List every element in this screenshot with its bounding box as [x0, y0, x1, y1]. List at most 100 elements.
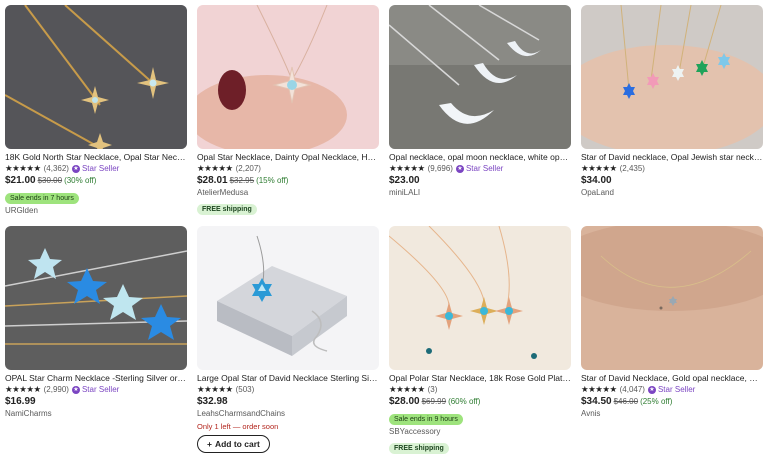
rating: ★★★★★ (503)	[197, 384, 379, 395]
price: $21.00	[5, 175, 36, 186]
discount: (15% off)	[256, 176, 289, 185]
price: $32.98	[197, 396, 228, 407]
shop-name[interactable]: LeahsCharmsandChains	[197, 408, 379, 419]
star-seller: ★ Star Seller	[71, 384, 120, 395]
rating-stars: ★★★★★	[197, 384, 233, 394]
listing-title[interactable]: Large Opal Star of David Necklace Sterli…	[197, 373, 379, 384]
rating: ★★★★★ (9,696) ★ Star Seller	[389, 163, 571, 174]
price-row: $28.00 $69.99 (60% off)	[389, 396, 571, 408]
price-row: $28.01 $32.95 (15% off)	[197, 175, 379, 187]
rating-stars: ★★★★★	[197, 163, 233, 173]
discount: (60% off)	[448, 397, 481, 406]
star-seller-label: Star Seller	[657, 385, 696, 394]
listing-card[interactable]: Star of David necklace, Opal Jewish star…	[581, 5, 763, 198]
listing-card[interactable]: Opal Polar Star Necklace, 18k Rose Gold …	[389, 226, 571, 455]
listing-image[interactable]	[5, 226, 187, 370]
shop-name[interactable]: miniLALI	[389, 187, 571, 198]
review-count: (2,990)	[43, 385, 69, 394]
low-stock-notice: Only 1 left — order soon	[197, 422, 279, 431]
listing-image[interactable]	[581, 5, 763, 149]
shop-name[interactable]: OpaLand	[581, 187, 763, 198]
shop-name[interactable]: Avnis	[581, 408, 763, 419]
rating-stars: ★★★★★	[5, 163, 41, 173]
plus-icon: +	[207, 439, 212, 449]
listing-title[interactable]: Opal Star Necklace, Dainty Opal Necklace…	[197, 152, 379, 163]
price: $16.99	[5, 396, 36, 407]
rating-stars: ★★★★★	[389, 163, 425, 173]
discount: (30% off)	[64, 176, 97, 185]
price: $34.00	[581, 175, 612, 186]
rating: ★★★★★ (4,362) ★ Star Seller	[5, 163, 187, 174]
listing-image[interactable]	[197, 5, 379, 149]
listing-image[interactable]	[389, 5, 571, 149]
add-to-cart-label: Add to cart	[214, 439, 260, 449]
listing-card[interactable]: Star of David Necklace, Gold opal neckla…	[581, 226, 763, 419]
price-row: $16.99	[5, 396, 187, 408]
listing-title[interactable]: Star of David necklace, Opal Jewish star…	[581, 152, 763, 163]
free-shipping-badge: FREE shipping	[389, 443, 449, 454]
price: $28.01	[197, 175, 228, 186]
star-seller: ★ Star Seller	[71, 163, 120, 174]
star-seller: ★ Star Seller	[455, 163, 504, 174]
original-price: $30.00	[37, 176, 63, 185]
price-row: $34.00	[581, 175, 763, 187]
add-to-cart-button[interactable]: + Add to cart	[197, 435, 270, 453]
original-price: $32.95	[229, 176, 255, 185]
free-shipping-badge: FREE shipping	[197, 204, 257, 215]
price-row: $34.50 $46.00 (25% off)	[581, 396, 763, 408]
price: $28.00	[389, 396, 420, 407]
listing-card[interactable]: OPAL Star Charm Necklace -Sterling Silve…	[5, 226, 187, 419]
star-seller-badge-icon: ★	[455, 164, 464, 173]
shop-name[interactable]: SBYaccessory	[389, 426, 571, 437]
price: $23.00	[389, 175, 420, 186]
listing-image[interactable]	[197, 226, 379, 370]
price-row: $32.98	[197, 396, 379, 408]
shop-name[interactable]: NamiCharms	[5, 408, 187, 419]
listing-title[interactable]: 18K Gold North Star Necklace, Opal Star …	[5, 152, 187, 163]
listing-card[interactable]: 18K Gold North Star Necklace, Opal Star …	[5, 5, 187, 216]
review-count: (9,696)	[427, 164, 453, 173]
review-count: (4,047)	[619, 385, 645, 394]
rating: ★★★★★ (2,207)	[197, 163, 379, 174]
star-seller-badge-icon: ★	[647, 385, 656, 394]
listing-card[interactable]: Opal Star Necklace, Dainty Opal Necklace…	[197, 5, 379, 216]
rating: ★★★★★ (2,435)	[581, 163, 763, 174]
rating-stars: ★★★★★	[5, 384, 41, 394]
original-price: $46.00	[613, 397, 639, 406]
listing-image[interactable]	[5, 5, 187, 149]
star-seller: ★ Star Seller	[647, 384, 696, 395]
star-seller-label: Star Seller	[81, 385, 120, 394]
listing-image[interactable]	[581, 226, 763, 370]
listing-card[interactable]: Opal necklace, opal moon necklace, white…	[389, 5, 571, 198]
review-count: (4,362)	[43, 164, 69, 173]
star-seller-badge-icon: ★	[71, 385, 80, 394]
rating: ★★★★★ (3)	[389, 384, 571, 395]
price: $34.50	[581, 396, 612, 407]
price-row: $21.00 $30.00 (30% off)	[5, 175, 187, 187]
price-row: $23.00	[389, 175, 571, 187]
rating-stars: ★★★★★	[581, 384, 617, 394]
review-count: (2,207)	[235, 164, 261, 173]
sale-badge: Sale ends in 7 hours	[5, 193, 79, 204]
star-seller-label: Star Seller	[465, 164, 504, 173]
listing-card[interactable]: Large Opal Star of David Necklace Sterli…	[197, 226, 379, 453]
star-seller-badge-icon: ★	[71, 164, 80, 173]
shop-name[interactable]: URGlden	[5, 205, 187, 216]
rating-stars: ★★★★★	[581, 163, 617, 173]
sale-badge: Sale ends in 9 hours	[389, 414, 463, 425]
original-price: $69.99	[421, 397, 447, 406]
listing-title[interactable]: OPAL Star Charm Necklace -Sterling Silve…	[5, 373, 187, 384]
listing-title[interactable]: Opal Polar Star Necklace, 18k Rose Gold …	[389, 373, 571, 384]
review-count: (2,435)	[619, 164, 645, 173]
listing-title[interactable]: Opal necklace, opal moon necklace, white…	[389, 152, 571, 163]
rating: ★★★★★ (4,047) ★ Star Seller	[581, 384, 763, 395]
discount: (25% off)	[640, 397, 673, 406]
review-count: (3)	[427, 385, 438, 394]
shop-name[interactable]: AtelierMedusa	[197, 187, 379, 198]
star-seller-label: Star Seller	[81, 164, 120, 173]
listing-image[interactable]	[389, 226, 571, 370]
listing-title[interactable]: Star of David Necklace, Gold opal neckla…	[581, 373, 763, 384]
rating: ★★★★★ (2,990) ★ Star Seller	[5, 384, 187, 395]
review-count: (503)	[235, 385, 255, 394]
rating-stars: ★★★★★	[389, 384, 425, 394]
